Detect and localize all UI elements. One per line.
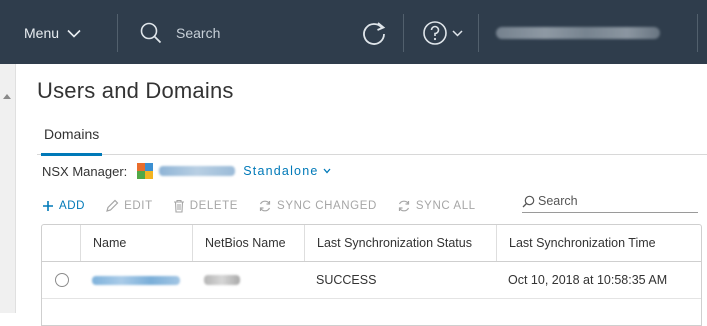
column-header-name[interactable]: Name [80, 225, 192, 261]
plus-icon [43, 201, 53, 211]
netbios-name [204, 275, 240, 285]
nsx-manager-icon [137, 163, 154, 179]
domain-name-link[interactable] [92, 276, 180, 285]
help-icon [423, 21, 447, 45]
sync-all-label: SYNC ALL [415, 200, 476, 212]
global-search[interactable]: Search [140, 20, 220, 46]
nsx-manager-address [159, 166, 236, 176]
user-account-menu[interactable] [496, 27, 660, 39]
column-header-last-sync-status[interactable]: Last Synchronization Status [304, 225, 496, 261]
edit-label: EDIT [124, 200, 153, 212]
edit-button[interactable]: EDIT [105, 199, 153, 213]
sync-changed-button[interactable]: SYNC CHANGED [258, 199, 377, 213]
menu-button[interactable]: Menu [24, 22, 81, 44]
pencil-icon [106, 199, 119, 212]
column-header-netbios-name[interactable]: NetBios Name [192, 225, 304, 261]
delete-button[interactable]: DELETE [173, 199, 238, 213]
trash-icon [173, 199, 184, 213]
sync-all-button[interactable]: SYNC ALL [397, 199, 476, 213]
grid-search-field[interactable] [522, 190, 698, 213]
refresh-button[interactable] [360, 19, 388, 47]
chevron-down-icon [323, 168, 331, 174]
grid-header: Name NetBios Name Last Synchronization S… [42, 225, 701, 262]
nsx-manager-label: NSX Manager: [42, 163, 128, 179]
menu-label: Menu [24, 25, 60, 41]
nsx-mode-label: Standalone [243, 164, 319, 178]
last-sync-time: Oct 10, 2018 at 10:58:35 AM [508, 273, 668, 287]
add-label: ADD [59, 200, 86, 212]
page-title: Users and Domains [37, 78, 234, 103]
left-scrollbar[interactable] [0, 64, 16, 313]
sync-changed-label: SYNC CHANGED [277, 200, 377, 212]
search-icon [522, 195, 535, 207]
search-icon [140, 22, 162, 44]
sync-icon [259, 200, 271, 212]
nsx-mode-dropdown[interactable]: Standalone [243, 164, 331, 178]
scroll-up-arrow-icon[interactable] [3, 94, 11, 99]
top-nav-bar: Menu Search [0, 0, 707, 64]
delete-label: DELETE [189, 200, 239, 212]
sync-icon [398, 200, 410, 212]
chevron-down-icon [452, 29, 463, 37]
header-divider [478, 14, 479, 52]
row-select-radio[interactable] [55, 273, 69, 287]
add-button[interactable]: ADD [42, 200, 85, 212]
tab-domains[interactable]: Domains [41, 126, 103, 156]
action-toolbar: ADD EDIT DELETE SYNC CHANGED SYNC ALL [42, 196, 496, 216]
domains-grid: Name NetBios Name Last Synchronization S… [41, 224, 702, 326]
header-divider [403, 14, 404, 52]
help-button[interactable] [422, 19, 463, 47]
last-sync-status: SUCCESS [316, 273, 377, 287]
tab-bar: Domains [37, 118, 707, 156]
global-search-placeholder: Search [176, 25, 221, 41]
nsx-manager-row: NSX Manager: Standalone [42, 161, 331, 181]
header-divider [697, 14, 698, 52]
refresh-icon [363, 22, 386, 45]
chevron-down-icon [67, 29, 81, 38]
table-row[interactable]: SUCCESS Oct 10, 2018 at 10:58:35 AM [42, 262, 701, 299]
header-divider [117, 14, 118, 52]
grid-search-input[interactable] [538, 194, 688, 208]
column-header-last-sync-time[interactable]: Last Synchronization Time [496, 225, 701, 261]
